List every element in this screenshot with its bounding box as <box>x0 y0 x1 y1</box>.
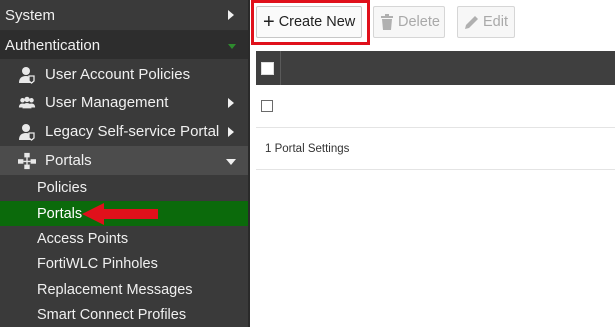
edit-button[interactable]: Edit <box>457 6 515 38</box>
table-footer: 1 Portal Settings <box>256 128 615 170</box>
sidebar-item-label: Portals <box>37 205 83 222</box>
portal-settings-count: 1 Portal Settings <box>265 142 350 155</box>
sidebar-item-label: Smart Connect Profiles <box>37 306 187 323</box>
sidebar-item-label: Access Points <box>37 230 129 247</box>
delete-label: Delete <box>398 14 440 30</box>
annotation-arrow-icon <box>82 203 158 225</box>
sidebar-item-label: FortiWLC Pinholes <box>37 255 158 272</box>
sidebar-subitem-replacement-messages[interactable]: Replacement Messages <box>0 277 248 302</box>
sidebar-subitem-smart-connect-profiles[interactable]: Smart Connect Profiles <box>0 302 248 327</box>
select-all-checkbox[interactable] <box>261 62 274 75</box>
sidebar-item-label: Legacy Self-service Portal <box>45 123 220 140</box>
sidebar-item-label: Replacement Messages <box>37 281 193 298</box>
sidebar-item-portals-group[interactable]: Portals <box>0 146 248 175</box>
select-all-cell <box>256 51 281 85</box>
pencil-icon <box>464 15 479 30</box>
sidebar-item-label: Authentication <box>5 36 101 54</box>
sidebar-item-label: User Account Policies <box>45 66 191 83</box>
delete-button[interactable]: Delete <box>373 6 445 38</box>
sidebar-item-user-management[interactable]: User Management <box>0 88 248 117</box>
chevron-down-icon <box>228 44 236 49</box>
sidebar-item-user-account-policies[interactable]: User Account Policies <box>0 60 248 89</box>
table-row[interactable] <box>256 85 615 128</box>
row-checkbox[interactable] <box>261 100 273 112</box>
chevron-right-icon <box>228 126 234 137</box>
sidebar-item-label: Policies <box>37 179 87 196</box>
sidebar-subitem-policies[interactable]: Policies <box>0 175 248 200</box>
users-icon <box>18 94 36 112</box>
sidebar-subitem-access-points[interactable]: Access Points <box>0 226 248 251</box>
sidebar-item-label: User Management <box>45 94 169 111</box>
user-policy-icon <box>18 123 36 141</box>
trash-icon <box>380 14 394 30</box>
sidebar-item-label: System <box>5 6 56 24</box>
network-icon <box>18 152 36 170</box>
sidebar-subitem-fortiwlc-pinholes[interactable]: FortiWLC Pinholes <box>0 251 248 276</box>
highlight-box <box>251 0 370 45</box>
sidebar-item-legacy-self-service-portal[interactable]: Legacy Self-service Portal <box>0 117 248 146</box>
chevron-right-icon <box>228 97 234 108</box>
sidebar-item-label: Portals <box>45 152 92 169</box>
user-policy-icon <box>18 66 36 84</box>
edit-label: Edit <box>483 14 508 30</box>
table-header <box>256 51 615 85</box>
sidebar-item-system[interactable]: System <box>0 0 248 31</box>
sidebar-nav: System Authentication User Account Polic… <box>0 0 248 327</box>
chevron-right-icon <box>228 10 234 20</box>
sidebar-item-authentication[interactable]: Authentication <box>0 31 248 59</box>
chevron-down-icon <box>226 158 236 165</box>
